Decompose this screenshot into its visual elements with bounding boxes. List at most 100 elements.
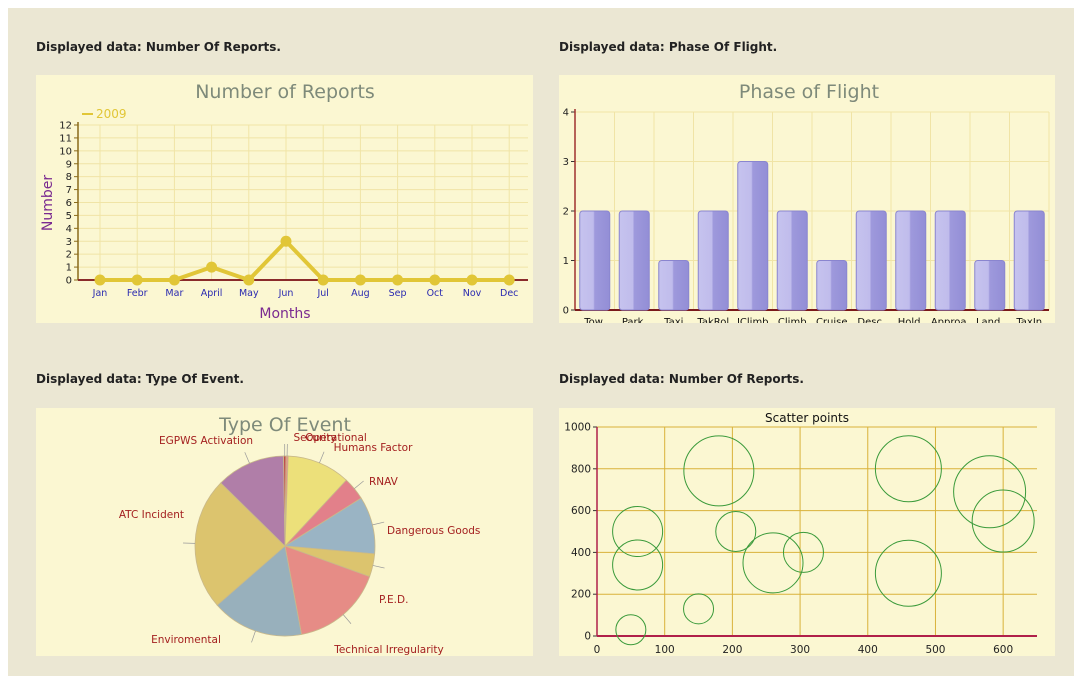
panel-heading: Displayed data: Type Of Event.: [36, 372, 244, 386]
slice-label: RNAV: [369, 476, 399, 488]
y-tick-label: 11: [59, 133, 72, 144]
x-tick-label: TaxIn: [1015, 317, 1042, 323]
leader-line: [319, 451, 325, 463]
x-tick-label: 0: [594, 644, 601, 656]
y-tick-label: 200: [571, 589, 591, 601]
leader-line: [354, 480, 364, 489]
data-point: [429, 274, 441, 286]
x-tick-label: Febr: [127, 288, 148, 299]
x-tick-label: May: [239, 288, 259, 299]
scatter-point: [742, 532, 804, 594]
bar: [658, 260, 690, 311]
data-point: [131, 274, 143, 286]
scatter-point: [715, 511, 757, 552]
legend-label: 2009: [96, 107, 127, 121]
x-tick-label: Hold.: [898, 317, 924, 323]
slice-label: Technical Irregularity: [333, 644, 444, 656]
x-tick-label: Jul: [316, 288, 328, 299]
x-tick-label: Jun: [278, 288, 294, 299]
leader-line: [244, 452, 250, 464]
x-tick-label: Park.: [622, 317, 647, 323]
line-chart-panel: 0 1 2 3 4 5 6 7 8 9 10 11 12 Jan Febr Mar April May Jun Jul…: [36, 75, 533, 323]
scatter-point: [612, 539, 664, 591]
slice-label: ATC Incident: [119, 509, 184, 521]
leader-line: [372, 521, 385, 526]
y-tick-label: 4: [66, 224, 72, 235]
y-tick-label: 4: [563, 108, 569, 119]
slice-label: Dangerous Goods: [387, 525, 480, 537]
y-tick-label: 6: [66, 198, 72, 209]
data-point: [466, 274, 478, 286]
x-tick-label: Oct: [427, 288, 444, 299]
y-tick-label: 2: [66, 250, 72, 261]
slice-label: Humans Factor: [334, 442, 413, 454]
bar: [776, 210, 808, 311]
pie-chart-panel: Type Of Event Operational Humans Factor RNA…: [36, 408, 533, 656]
x-tick-label: Aug: [351, 288, 370, 299]
data-point: [243, 274, 255, 286]
scatter-chart-panel: 0 100 200 300 400 500 600 0 200 400 600 800 1000 Scat…: [559, 408, 1055, 656]
y-tick-label: 600: [571, 505, 591, 517]
scatter-point: [612, 506, 664, 557]
x-axis-title: Months: [259, 306, 310, 322]
x-tick-label: 200: [722, 644, 742, 656]
y-tick-label: 9: [66, 159, 72, 170]
y-tick-label: 7: [66, 185, 72, 196]
x-tick-label: Nov: [463, 288, 482, 299]
data-point: [503, 274, 515, 286]
scatter-point: [874, 539, 942, 607]
x-tick-label: 400: [858, 644, 878, 656]
x-tick-label: Land.: [976, 317, 1004, 323]
x-tick-label: Climb: [778, 317, 807, 323]
bar: [1013, 210, 1045, 311]
scatter-point: [683, 435, 755, 507]
y-tick-label: 12: [59, 121, 72, 132]
x-tick-label: Sep: [389, 288, 407, 299]
data-point: [94, 274, 106, 286]
y-tick-label: 3: [563, 157, 569, 168]
y-tick-label: 1: [66, 263, 72, 274]
bar-chart-panel: 0 1 2 3 4 Tow. Park. Taxi TakRol IClimb Climb Cruis…: [559, 75, 1055, 323]
y-tick-label: 0: [66, 276, 72, 287]
panel-heading: Displayed data: Phase Of Flight.: [559, 40, 778, 54]
y-tick-label: 2: [563, 207, 569, 218]
y-tick-label: 1: [563, 256, 569, 267]
data-point: [168, 274, 180, 286]
data-point: [280, 235, 292, 247]
x-tick-label: Approa.: [931, 317, 970, 323]
scatter-point: [615, 614, 647, 646]
data-point: [317, 274, 329, 286]
series-line: [100, 239, 510, 282]
y-tick-label: 10: [59, 146, 72, 157]
bar: [895, 210, 927, 311]
x-tick-label: 300: [790, 644, 810, 656]
x-tick-label: Jan: [92, 288, 108, 299]
chart-title: Number of Reports: [195, 81, 375, 103]
slice-label: Security: [293, 432, 336, 444]
y-tick-label: 1000: [564, 422, 591, 434]
chart-title: Phase of Flight: [739, 81, 879, 103]
x-tick-label: Dec: [500, 288, 518, 299]
panel-heading: Displayed data: Number Of Reports.: [559, 372, 804, 386]
leader-line: [342, 614, 352, 624]
x-tick-label: TakRol: [696, 317, 729, 323]
y-tick-label: 5: [66, 211, 72, 222]
slice-label: P.E.D.: [379, 594, 408, 606]
slice-label: EGPWS Activation: [159, 435, 253, 447]
bar: [618, 210, 650, 311]
y-tick-label: 400: [571, 547, 591, 559]
x-tick-label: April: [201, 288, 223, 299]
bar: [697, 210, 729, 311]
bar: [737, 161, 769, 311]
data-point: [392, 274, 404, 286]
scatter-chart: 0 100 200 300 400 500 600 0 200 400 600 800 1000 Scat…: [564, 411, 1037, 656]
panel-heading: Displayed data: Number Of Reports.: [36, 40, 281, 54]
data-point: [354, 274, 366, 286]
line-chart: 0123456789101112Jan Febr Mar April May Jun Jul…: [40, 81, 528, 322]
x-tick-label: Tow.: [583, 317, 605, 323]
pie-chart: Type Of EventOperationalHumans FactorRNA…: [119, 414, 481, 656]
data-point: [206, 261, 218, 273]
bar: [974, 260, 1006, 311]
x-tick-label: Desc.: [857, 317, 885, 323]
x-tick-label: IClimb: [737, 317, 769, 323]
